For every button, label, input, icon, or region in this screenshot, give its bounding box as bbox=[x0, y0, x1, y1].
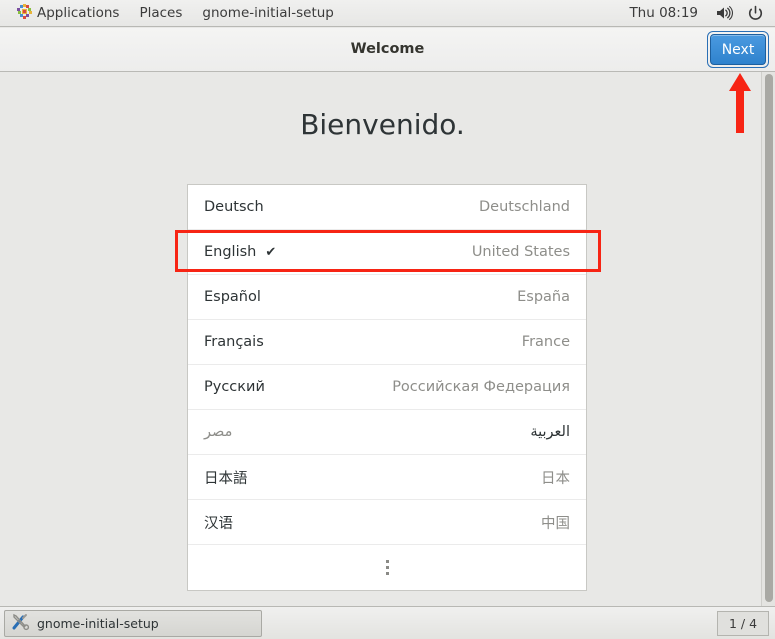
welcome-greeting: Bienvenido. bbox=[300, 108, 465, 141]
top-panel: Applications Places gnome-initial-setup … bbox=[0, 0, 775, 27]
next-button[interactable]: Next bbox=[710, 34, 766, 65]
tools-screwdriver-wrench-icon bbox=[11, 612, 30, 635]
window-menu-label: gnome-initial-setup bbox=[202, 5, 334, 21]
taskbar-window-label: gnome-initial-setup bbox=[37, 615, 159, 631]
language-row-arabic[interactable]: العربية مصر bbox=[188, 410, 586, 455]
language-name: English bbox=[204, 244, 257, 260]
applications-menu-label: Applications bbox=[37, 5, 120, 21]
window-headerbar: Welcome Next bbox=[0, 28, 775, 72]
applications-menu[interactable]: Applications bbox=[0, 0, 129, 27]
language-country: France bbox=[521, 334, 570, 350]
language-name: العربية bbox=[530, 424, 570, 440]
more-vertical-dots-icon bbox=[385, 560, 389, 575]
vertical-scrollbar[interactable] bbox=[761, 72, 775, 606]
show-more-languages-row[interactable] bbox=[188, 545, 586, 590]
language-country: Российская Федерация bbox=[392, 379, 570, 395]
speaker-volume-icon[interactable] bbox=[708, 5, 740, 21]
power-icon[interactable] bbox=[740, 5, 775, 22]
language-country: مصر bbox=[204, 424, 233, 440]
language-row-francais[interactable]: Français France bbox=[188, 320, 586, 365]
language-list: Deutsch Deutschland English ✔ United Sta… bbox=[187, 184, 587, 591]
clock[interactable]: Thu 08:19 bbox=[619, 5, 708, 21]
language-country: 中国 bbox=[541, 515, 570, 532]
checkmark-icon: ✔ bbox=[265, 244, 277, 260]
language-country: Deutschland bbox=[479, 199, 570, 215]
language-row-russian[interactable]: Русский Российская Федерация bbox=[188, 365, 586, 410]
page-title: Welcome bbox=[350, 41, 425, 57]
language-row-english[interactable]: English ✔ United States bbox=[188, 230, 586, 275]
applications-pinwheel-icon bbox=[10, 3, 37, 24]
language-row-deutsch[interactable]: Deutsch Deutschland bbox=[188, 185, 586, 230]
places-menu-label: Places bbox=[139, 5, 183, 21]
language-name: Русский bbox=[204, 379, 265, 395]
language-name: 汉语 bbox=[204, 515, 233, 532]
setup-content-area: Bienvenido. Deutsch Deutschland English … bbox=[0, 72, 775, 606]
language-name: Français bbox=[204, 334, 264, 350]
language-name: Deutsch bbox=[204, 199, 264, 215]
language-country: United States bbox=[471, 244, 570, 260]
vertical-scrollbar-thumb[interactable] bbox=[765, 74, 773, 602]
language-row-espanol[interactable]: Español España bbox=[188, 275, 586, 320]
language-country: 日本 bbox=[541, 470, 570, 487]
desktop-screen: Applications Places gnome-initial-setup … bbox=[0, 0, 775, 639]
language-row-chinese[interactable]: 汉语 中国 bbox=[188, 500, 586, 545]
window-menu[interactable]: gnome-initial-setup bbox=[192, 0, 343, 27]
places-menu[interactable]: Places bbox=[129, 0, 192, 27]
workspace-switcher[interactable]: 1 / 4 bbox=[717, 610, 769, 636]
language-country: España bbox=[517, 289, 570, 305]
language-name: 日本語 bbox=[204, 470, 248, 487]
taskbar: gnome-initial-setup 1 / 4 bbox=[0, 606, 775, 639]
language-name: Español bbox=[204, 289, 261, 305]
language-row-japanese[interactable]: 日本語 日本 bbox=[188, 455, 586, 500]
taskbar-window-button[interactable]: gnome-initial-setup bbox=[4, 609, 262, 637]
